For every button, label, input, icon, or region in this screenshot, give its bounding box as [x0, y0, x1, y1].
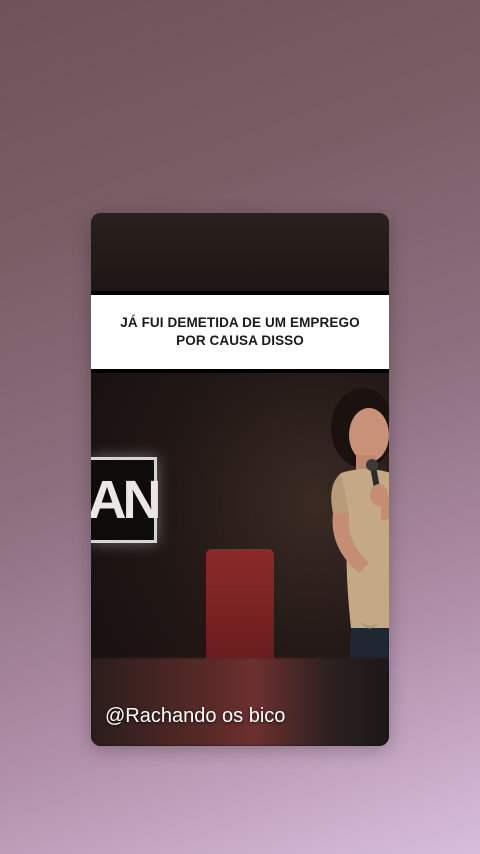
video-frame[interactable]: AN	[91, 373, 389, 746]
watermark-handle: @Rachando os bico	[105, 705, 286, 727]
video-story-card[interactable]: JÁ FUI DEMETIDA DE UM EMPREGO POR CAUSA …	[91, 213, 389, 746]
performer-figure	[331, 388, 389, 673]
video-top-band	[91, 213, 389, 291]
stage-sign: AN	[91, 457, 162, 543]
caption-text: JÁ FUI DEMETIDA DE UM EMPREGO POR CAUSA …	[120, 315, 360, 348]
bottom-blur-strip	[91, 658, 389, 746]
caption-banner: JÁ FUI DEMETIDA DE UM EMPREGO POR CAUSA …	[91, 291, 389, 373]
